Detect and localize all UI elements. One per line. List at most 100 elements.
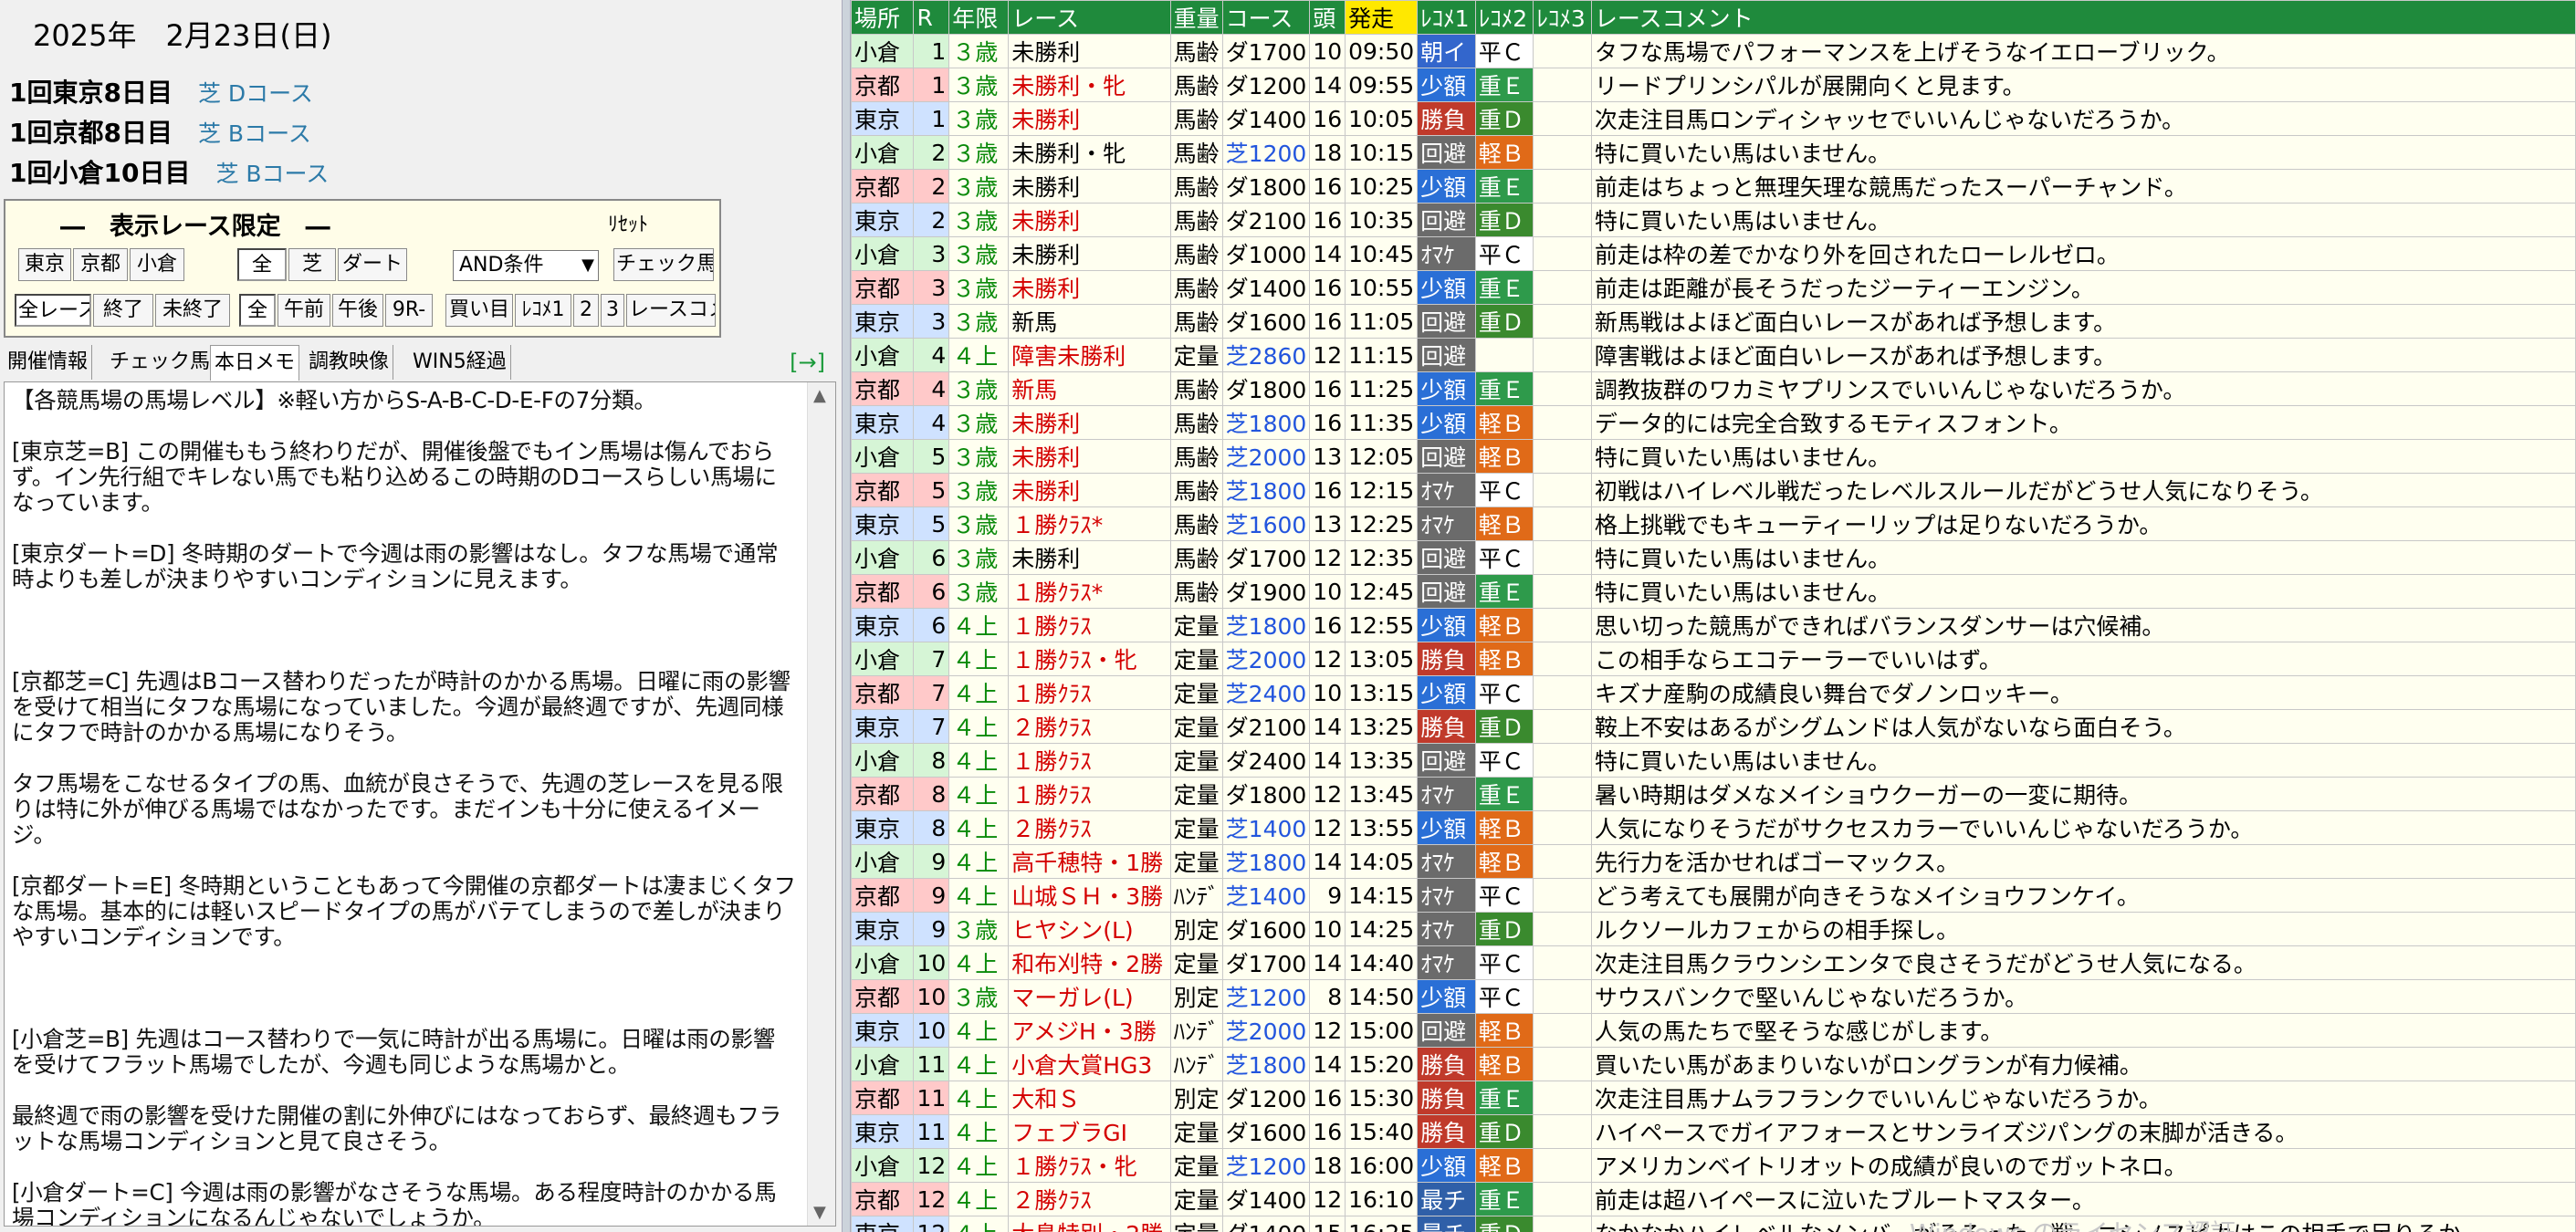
comment3-cell[interactable] [1533,304,1592,339]
filter-all-surface-button[interactable]: 全 [237,248,287,281]
race-comment-cell[interactable]: データ的には完全合致するモティスフォント。 [1590,405,2576,440]
weight-cell[interactable]: ﾊﾝﾃﾞ [1169,878,1223,913]
heads-cell[interactable]: 10 [1309,675,1346,710]
race-number-cell[interactable]: 11 [913,1047,950,1081]
table-row[interactable]: 東京12４上大島特別・2勝定量ダ14001516:25最チ重Ｄなかなかハイレベル… [851,1216,2576,1232]
weight-cell[interactable]: 定量 [1169,1216,1223,1232]
comment3-cell[interactable] [1533,169,1592,204]
panel-splitter[interactable] [842,0,851,1232]
heads-cell[interactable]: 12 [1309,777,1346,811]
filter-buy-button[interactable]: 買い目 [445,294,513,327]
race-number-cell[interactable]: 4 [913,371,950,406]
start-time-cell[interactable]: 14:05 [1345,844,1419,879]
weight-cell[interactable]: 馬齢 [1169,135,1223,170]
weight-cell[interactable]: 馬齢 [1169,270,1223,305]
table-row[interactable]: 小倉 11 ４上 小倉大賞HG3 ﾊﾝﾃﾞ 芝1800 14 15:20 勝負 軽Ｂ 買いたい馬があ… [851,1047,2576,1081]
comment3-cell[interactable] [1533,540,1592,575]
table-row[interactable]: 小倉 10 ４上 和布刈特・2勝 定量 ダ1700 14 14:40 ｵﾏｹ 平Ｃ 次走注目馬クラウ… [851,945,2576,980]
heads-cell[interactable]: 16 [1309,203,1346,237]
comment2-cell[interactable]: 重Ｅ [1474,270,1534,305]
table-row[interactable]: 京都 5 ３歳 未勝利 馬齢 芝1800 16 12:15 ｵﾏｹ 平Ｃ 初戦はハイレベル戦だったレ… [851,473,2576,507]
course-cell[interactable]: 芝1800 [1221,1047,1311,1081]
comment2-cell[interactable]: 重Ｅ [1474,68,1534,102]
race-name-cell[interactable]: 未勝利 [1008,439,1171,474]
comment1-cell[interactable]: ｵﾏｹ [1417,912,1476,946]
race-number-cell[interactable]: 4 [913,405,950,440]
course-cell[interactable]: ダ1400 [1221,101,1311,136]
comment1-cell[interactable]: ｵﾏｹ [1417,945,1476,980]
course-cell[interactable]: ダ1200 [1221,68,1311,102]
race-name-cell[interactable]: １勝ｸﾗｽ・牝 [1008,642,1171,676]
place-cell[interactable]: 京都 [851,68,915,102]
col-race-comment[interactable]: レースコメント [1590,0,2576,35]
course-cell[interactable]: 芝1200 [1221,1148,1311,1183]
course-cell[interactable]: 芝1200 [1221,135,1311,170]
race-comment-cell[interactable]: サウスバンクで堅いんじゃないだろうか。 [1590,979,2576,1014]
race-comment-cell[interactable]: 特に買いたい馬はいません。 [1590,743,2576,778]
table-row[interactable]: 京都 8 ４上 １勝ｸﾗｽ 定量 ダ1800 12 13:45 ｵﾏｹ 重Ｅ 暑い時期はダメなメイシ… [851,777,2576,811]
heads-cell[interactable]: 9 [1309,878,1346,913]
filter-comment1-button[interactable]: ﾚｺﾒ1 [515,294,571,327]
age-cell[interactable]: ３歳 [948,439,1010,474]
weight-cell[interactable]: 定量 [1169,777,1223,811]
comment3-cell[interactable] [1533,844,1592,879]
weight-cell[interactable]: ﾊﾝﾃﾞ [1169,1013,1223,1048]
heads-cell[interactable]: 12 [1309,1013,1346,1048]
race-number-cell[interactable]: 9 [913,912,950,946]
heads-cell[interactable]: 14 [1309,236,1346,271]
age-cell[interactable]: ４上 [948,1081,1010,1115]
filter-dirt-button[interactable]: ダート [338,248,407,281]
comment2-cell[interactable]: 重Ｅ [1474,371,1534,406]
start-time-cell[interactable]: 13:15 [1345,675,1419,710]
race-number-cell[interactable]: 8 [913,777,950,811]
race-number-cell[interactable]: 5 [913,473,950,507]
filter-9r-button[interactable]: 9R- [385,294,433,327]
filter-finished-button[interactable]: 終了 [93,294,153,327]
comment2-cell[interactable]: 重Ｅ [1474,1081,1534,1115]
race-name-cell[interactable]: 障害未勝利 [1008,338,1171,372]
age-cell[interactable]: ４上 [948,1182,1010,1216]
start-time-cell[interactable]: 14:15 [1345,878,1419,913]
table-row[interactable]: 京都 9 ４上 山城ＳＨ・3勝 ﾊﾝﾃﾞ 芝1400 9 14:15 ｵﾏｹ 平Ｃ どう考えても展開… [851,878,2576,913]
col-place[interactable]: 場所 [851,0,915,35]
heads-cell[interactable]: 16 [1309,371,1346,406]
filter-morning-button[interactable]: 午前 [277,294,330,327]
comment2-cell[interactable]: 重Ｅ [1474,777,1534,811]
filter-kokura-button[interactable]: 小倉 [130,248,184,281]
comment1-cell[interactable]: 回避 [1417,338,1476,372]
tab-today-memo[interactable]: 本日メモ [210,345,300,381]
race-number-cell[interactable]: 12 [913,1148,950,1183]
start-time-cell[interactable]: 12:35 [1345,540,1419,575]
race-comment-cell[interactable]: 初戦はハイレベル戦だったレベルスルールだがどうせ人気になりそう。 [1590,473,2576,507]
race-name-cell[interactable]: 未勝利 [1008,540,1171,575]
heads-cell[interactable]: 14 [1309,945,1346,980]
place-cell[interactable]: 東京 [851,101,915,136]
filter-turf-button[interactable]: 芝 [288,248,336,281]
comment2-cell[interactable]: 軽Ｂ [1474,608,1534,642]
place-cell[interactable]: 京都 [851,1182,915,1216]
expand-arrow-icon[interactable]: [→] [790,345,825,380]
age-cell[interactable]: ４上 [948,878,1010,913]
race-comment-cell[interactable]: リードプリンシパルが展開向くと見ます。 [1590,68,2576,102]
place-cell[interactable]: 小倉 [851,540,915,575]
col-comment1[interactable]: ﾚｺﾒ1 [1417,0,1476,35]
course-cell[interactable]: ダ1600 [1221,912,1311,946]
weight-cell[interactable]: 定量 [1169,338,1223,372]
place-cell[interactable]: 京都 [851,574,915,609]
heads-cell[interactable]: 16 [1309,608,1346,642]
filter-unfinished-button[interactable]: 未終了 [155,294,230,327]
race-name-cell[interactable]: ２勝ｸﾗｽ [1008,709,1171,744]
table-row[interactable]: 東京 6 ４上 １勝ｸﾗｽ 定量 芝1800 16 12:55 少額 軽Ｂ 思い切った競馬ができれば… [851,608,2576,642]
age-cell[interactable]: ３歳 [948,304,1010,339]
course-cell[interactable]: 芝2000 [1221,439,1311,474]
race-comment-cell[interactable]: 次走注目馬クラウンシエンタで良さそうだがどうせ人気になる。 [1590,945,2576,980]
course-cell[interactable]: ダ1400 [1221,1216,1311,1232]
place-cell[interactable]: 東京 [851,1216,915,1232]
race-number-cell[interactable]: 6 [913,540,950,575]
race-comment-cell[interactable]: 特に買いたい馬はいません。 [1590,540,2576,575]
start-time-cell[interactable]: 13:35 [1345,743,1419,778]
start-time-cell[interactable]: 10:25 [1345,169,1419,204]
weight-cell[interactable]: 定量 [1169,844,1223,879]
scroll-up-icon[interactable]: ▲ [813,386,826,405]
heads-cell[interactable]: 16 [1309,169,1346,204]
